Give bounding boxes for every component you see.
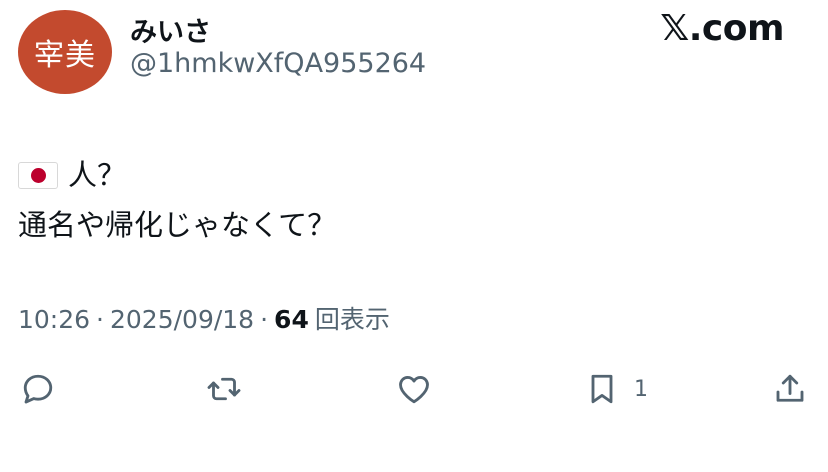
tweet-actions: 1 (0, 366, 828, 414)
tweet-text: 人？ 通名や帰化じゃなくて？ (18, 150, 336, 250)
meta-separator: · (260, 305, 269, 334)
tweet-line-1: 人？ (18, 150, 336, 200)
tweet-date[interactable]: 2025/09/18 (110, 305, 254, 334)
tweet-meta: 10:26 · 2025/09/18 · 64 回表示 (18, 300, 390, 336)
views-count: 64 (274, 305, 309, 334)
heart-icon (399, 376, 429, 404)
like-button[interactable] (396, 366, 432, 412)
share-icon (776, 374, 804, 402)
views-label: 回表示 (314, 305, 390, 334)
tweet-line-2: 通名や帰化じゃなくて？ (18, 208, 337, 242)
bookmark-icon (591, 374, 613, 404)
user-handle[interactable]: @1hmkwXfQA955264 (130, 48, 426, 79)
retweet-icon (207, 377, 241, 401)
japan-flag-icon (18, 161, 58, 189)
x-logo: 𝕏.com (660, 8, 784, 49)
bookmark-count: 1 (634, 376, 648, 402)
reply-icon (23, 374, 53, 404)
share-button[interactable] (772, 366, 808, 412)
bookmark-button[interactable]: 1 (584, 366, 648, 412)
reply-button[interactable] (20, 366, 56, 412)
meta-separator: · (96, 305, 104, 334)
tweet-line-1-text: 人？ (68, 158, 127, 192)
display-name[interactable]: みいさ (130, 10, 211, 49)
retweet-button[interactable] (206, 366, 242, 412)
tweet-time[interactable]: 10:26 (18, 305, 90, 334)
avatar[interactable]: 宰美 (18, 10, 112, 94)
